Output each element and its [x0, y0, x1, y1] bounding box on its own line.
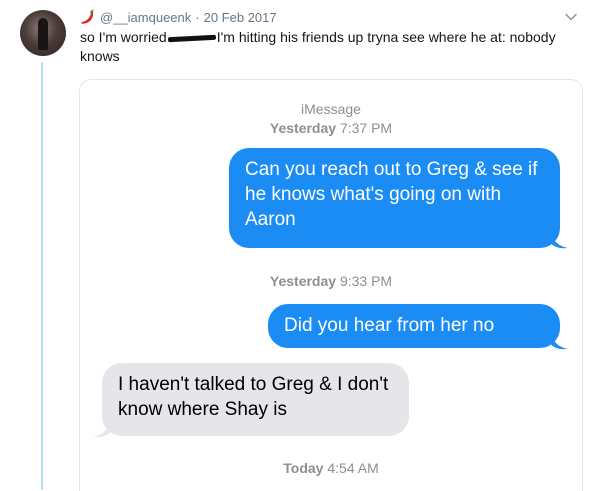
timestamp-time: 4:54 AM: [327, 460, 379, 476]
bubble-tail: [550, 331, 568, 350]
sent-message-bubble: Can you reach out to Greg & see if he kn…: [229, 148, 560, 248]
tweet-text: so I'm worried I'm hitting his friends up…: [80, 28, 570, 66]
thread-line: [41, 62, 43, 490]
tweet-text-before: so I'm worried: [80, 29, 167, 45]
timestamp: Today 4:54 AM: [80, 460, 582, 476]
header-separator: ·: [195, 9, 200, 25]
timestamp-day: Yesterday: [269, 120, 337, 136]
timestamp: Yesterday 7:37 PM: [80, 120, 582, 136]
timestamp-day: Today: [283, 460, 324, 476]
bubble-tail: [550, 230, 568, 249]
timestamp-time: 7:37 PM: [339, 120, 393, 136]
timestamp: Yesterday 9:33 PM: [80, 273, 582, 289]
timestamp-day: Yesterday: [269, 273, 337, 289]
user-handle[interactable]: @__iamqueenk: [100, 10, 191, 25]
chevron-down-icon[interactable]: [564, 10, 578, 24]
chili-pepper-icon: [81, 9, 94, 24]
tweet-media-screenshot[interactable]: iMessage Yesterday 7:37 PM Can you reach…: [79, 79, 583, 491]
tweet-date[interactable]: 20 Feb 2017: [204, 10, 277, 25]
avatar-figure: [38, 18, 48, 50]
redaction-mark: [167, 34, 216, 43]
tweet-header: @__iamqueenk · 20 Feb 2017: [80, 9, 277, 25]
received-message-bubble: I haven't talked to Greg & I don't know …: [102, 363, 409, 436]
timestamp-time: 9:33 PM: [339, 273, 393, 289]
sent-message-bubble: Did you hear from her no: [268, 304, 560, 348]
service-label: iMessage: [301, 101, 361, 117]
bubble-tail: [93, 419, 111, 438]
user-avatar[interactable]: [20, 10, 66, 56]
